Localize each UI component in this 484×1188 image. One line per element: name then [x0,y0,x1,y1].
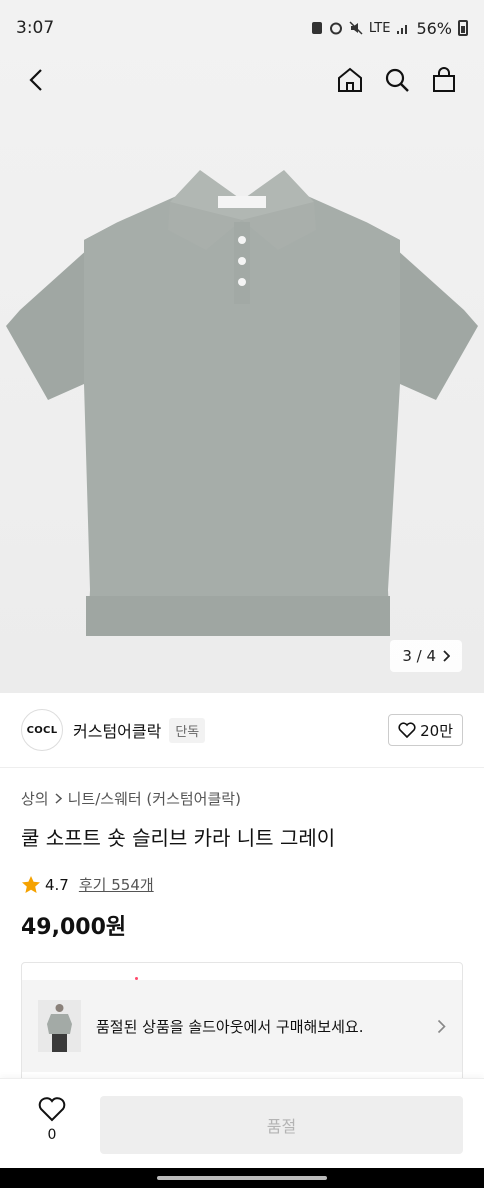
search-button[interactable] [377,60,417,100]
breadcrumb-category[interactable]: 상의 [21,788,49,809]
battery-icon [458,20,468,36]
product-image [6,170,478,636]
chevron-right-icon [437,1019,446,1033]
home-button[interactable] [330,60,370,100]
top-navigation [0,56,484,104]
cart-button[interactable] [424,60,464,100]
brand-row: COCL 커스텀어클락 단독 20만 [0,693,484,768]
rating-value: 4.7 [45,875,69,894]
brand-like-button[interactable]: 20만 [388,714,463,746]
buy-button-label: 품절 [266,1117,297,1136]
soldout-thumbnail [38,1000,81,1052]
back-button[interactable] [16,60,56,100]
soldout-buy-button[interactable]: 품절 [100,1096,463,1154]
rating-row: 4.7 후기 554개 [21,874,154,895]
back-icon [29,69,42,91]
brand-logo-text: COCL [26,724,58,736]
home-gesture-handle[interactable] [157,1176,327,1180]
signal-icon [397,25,408,34]
product-price: 49,000원 [21,915,127,940]
bottom-action-bar: 0 품절 [0,1078,484,1168]
notification-icon [311,22,322,34]
battery-percent: 56% [416,18,452,38]
brand-name[interactable]: 커스텀어클락 [73,718,161,742]
status-icons: LTE 56% [311,19,468,38]
status-time: 3:07 [16,18,55,38]
chevron-right-icon [443,650,450,662]
soldout-card: 품절된 상품을 솔드아웃에서 구매해보세요. [21,962,463,1092]
brand-logo[interactable]: COCL [21,709,63,751]
image-counter[interactable]: 3 / 4 [390,640,462,672]
wishlist-count: 0 [47,1127,57,1143]
heart-icon [38,1097,66,1122]
mute-icon [349,21,363,35]
system-navigation-bar [0,1168,484,1188]
search-icon [385,68,409,92]
status-bar: 3:07 LTE 56% [0,0,484,56]
alarm-icon [329,22,342,35]
breadcrumb: 상의 니트/스웨터 (커스텀어클락) [21,788,241,809]
exclusive-badge: 단독 [169,717,206,743]
soldout-banner-text: 품절된 상품을 솔드아웃에서 구매해보세요. [96,1017,364,1036]
star-icon [22,876,40,893]
breadcrumb-subcategory[interactable]: 니트/스웨터 (커스텀어클락) [68,788,241,809]
chevron-right-icon [55,793,62,804]
product-title: 쿨 소프트 숏 슬리브 카라 니트 그레이 [21,826,336,850]
wishlist-button[interactable]: 0 [32,1097,72,1143]
home-icon [338,67,362,92]
review-count-link[interactable]: 후기 554개 [79,874,154,895]
soldout-banner[interactable]: 품절된 상품을 솔드아웃에서 구매해보세요. [22,980,462,1072]
brand-like-count: 20만 [420,721,453,740]
image-counter-text: 3 / 4 [402,647,436,665]
heart-icon [398,722,416,738]
cart-icon [433,67,455,92]
lte-icon: LTE [368,20,391,36]
